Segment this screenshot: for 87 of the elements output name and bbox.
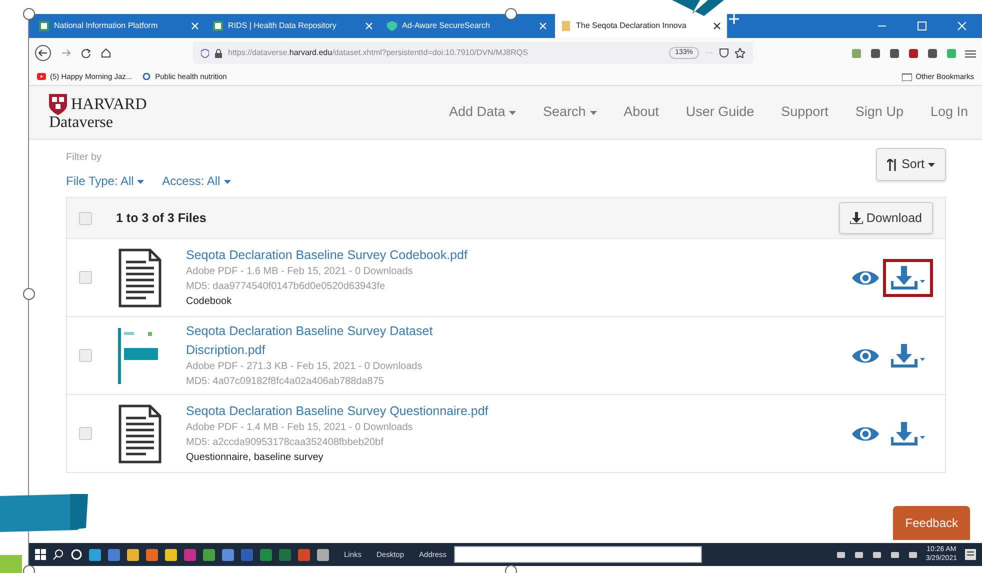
nav-link[interactable]: User Guide <box>686 102 754 123</box>
browser-tab[interactable]: The Seqota Declaration Innova <box>555 14 727 38</box>
video-icon <box>37 73 46 80</box>
feedback-button[interactable]: Feedback <box>893 506 970 540</box>
menu-icon[interactable] <box>965 48 976 58</box>
eye-icon[interactable] <box>852 346 879 364</box>
download-icon <box>891 422 925 446</box>
app-icon[interactable] <box>108 548 120 560</box>
nav-link[interactable]: About <box>624 102 659 123</box>
shield-icon <box>201 48 209 58</box>
caret-icon <box>509 110 516 115</box>
browser-tab[interactable]: RIDS | Health Data Repository <box>207 14 379 38</box>
app-icon[interactable] <box>146 548 158 560</box>
file-metadata: Adobe PDF - 1.6 MB - Feb 15, 2021 - 0 Downloads <box>186 265 414 280</box>
document-icon <box>116 248 162 308</box>
reload-icon[interactable] <box>81 48 91 58</box>
sort-button[interactable]: Sort <box>876 148 946 181</box>
filter-dropdown[interactable]: Access: All <box>162 174 231 188</box>
pocket-icon[interactable] <box>719 48 729 58</box>
browser-tab[interactable]: National Information Platform <box>33 14 205 38</box>
grid-icon <box>39 21 49 31</box>
file-description: Questionnaire, baseline survey <box>186 451 324 466</box>
ring-icon <box>142 73 152 80</box>
close-icon[interactable] <box>713 22 721 30</box>
site-product: Dataverse <box>49 115 114 131</box>
download-icon <box>891 266 925 290</box>
windows-start-icon[interactable] <box>35 549 46 560</box>
file-checkbox[interactable] <box>79 349 92 362</box>
back-icon[interactable] <box>35 45 51 61</box>
url-text: https://dataverse.harvard.edu/dataset.xhtml?persistentId=doi:10.7910/DVN/MJ8RQS <box>228 47 528 59</box>
download-button[interactable]: Download <box>838 202 933 234</box>
search-icon[interactable] <box>53 549 64 560</box>
caret-icon <box>590 110 597 115</box>
app-icon[interactable] <box>165 548 177 560</box>
caret-icon <box>928 162 935 167</box>
forward-icon[interactable] <box>61 48 71 58</box>
shield-logo <box>49 94 67 115</box>
lock-icon <box>215 48 222 58</box>
file-count: 1 to 3 of 3 Files <box>116 210 206 227</box>
eye-icon[interactable] <box>852 424 879 442</box>
download-icon <box>850 212 863 224</box>
app-icon[interactable] <box>222 548 234 560</box>
new-tab-icon[interactable] <box>729 14 739 24</box>
file-checkbox[interactable] <box>79 271 92 284</box>
ring-icon[interactable] <box>71 549 82 560</box>
nav-link[interactable]: Log In <box>930 102 968 123</box>
file-description: Codebook <box>186 295 233 310</box>
app-icon[interactable] <box>89 548 101 560</box>
app-icon[interactable] <box>127 548 139 560</box>
selection-handle[interactable] <box>505 8 517 20</box>
nav-link[interactable]: Search <box>543 102 597 123</box>
browser-tab[interactable]: Ad-Aware SecureSearch <box>381 14 553 38</box>
site-brand: HARVARD <box>71 96 147 112</box>
file-metadata: Adobe PDF - 271.3 KB - Feb 15, 2021 - 0 Downloads <box>186 360 424 374</box>
select-all-checkbox[interactable] <box>79 212 92 224</box>
nav-link[interactable]: Sign Up <box>855 102 904 123</box>
app-icon[interactable] <box>203 548 215 560</box>
more-actions[interactable]: ··· <box>705 47 713 59</box>
shield-icon <box>387 21 397 31</box>
document-icon <box>116 404 162 464</box>
file-checksum: MD5: daa9774540f0147b6d0e0520d63943fe <box>186 280 386 294</box>
notification-icon[interactable] <box>965 549 976 560</box>
home-icon[interactable] <box>101 48 111 58</box>
download-menu[interactable] <box>883 258 933 296</box>
file-checksum: MD5: 4a07c09182f8fc4a02a406ab788da875 <box>186 374 385 389</box>
download-icon <box>891 344 925 368</box>
file-name-link[interactable]: Seqota Declaration Baseline Survey Codebook.pdf <box>186 246 468 264</box>
grid-icon <box>213 21 223 31</box>
caret-icon <box>137 180 144 184</box>
file-metadata: Adobe PDF - 1.4 MB - Feb 15, 2021 - 0 Downloads <box>186 421 414 436</box>
eye-icon[interactable] <box>852 268 879 286</box>
filter-dropdown[interactable]: File Type: All <box>66 174 144 188</box>
nav-link[interactable]: Support <box>781 102 828 123</box>
address-field[interactable] <box>454 546 702 563</box>
sort-icon <box>887 158 898 171</box>
file-checksum: MD5: a2ccda90953178caa352408fbbeb20bf <box>186 436 384 450</box>
star-icon[interactable] <box>735 48 745 58</box>
caret-icon <box>224 180 231 184</box>
file-name-link[interactable]: Seqota Declaration Baseline Survey Dataset Discription.pdf <box>186 322 456 359</box>
file-checkbox[interactable] <box>79 427 92 440</box>
nav-link[interactable]: Add Data <box>448 102 516 123</box>
filter-label: Filter by <box>66 151 103 165</box>
selection-handle[interactable] <box>23 8 35 20</box>
page-icon <box>561 21 571 31</box>
file-name-link[interactable]: Seqota Declaration Baseline Survey Questionnaire.pdf <box>186 402 488 420</box>
selection-handle[interactable] <box>23 288 35 300</box>
app-icon[interactable] <box>317 548 329 560</box>
